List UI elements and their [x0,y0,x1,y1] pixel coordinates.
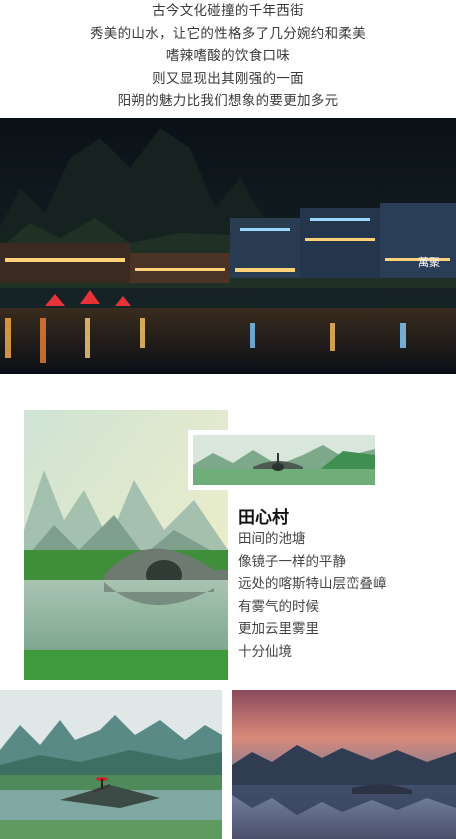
village-line: 更加云里雾里 [238,621,319,637]
shop-sign: 萬聚 [418,256,440,269]
village-line: 田间的池塘 [238,531,306,547]
village-title: 田心村 [238,508,289,528]
intro-line: 嗜辣嗜酸的饮食口味 [165,48,291,64]
stone-bridge-photo [193,435,375,485]
sunset-reflection-photo [232,690,456,839]
intro-line: 秀美的山水，让它的性格多了几分婉约和柔美 [90,25,366,42]
village-line: 有雾气的时候 [238,598,319,615]
stone-bridge-photo-frame [188,430,380,490]
karst-mist-river-photo [0,690,222,839]
village-description: 田间的池塘 像镜子一样的平静 远处的喀斯特山层峦叠嶂 有雾气的时候 更加云里雾里… [238,528,387,663]
village-line: 像镜子一样的平静 [238,553,346,570]
intro-line: 古今文化碰撞的千年西街 [152,3,304,19]
village-line: 十分仙境 [238,643,292,660]
intro-text-block: 古今文化碰撞的千年西街 秀美的山水，让它的性格多了几分婉约和柔美 嗜辣嗜酸的饮食… [0,0,456,113]
west-street-night-photo: 萬聚 [0,118,456,374]
intro-line: 则又显现出其刚强的一面 [152,70,304,87]
intro-line: 阳朔的魅力比我们想象的要更加多元 [117,93,339,109]
village-line: 远处的喀斯特山层峦叠嶂 [238,576,387,592]
